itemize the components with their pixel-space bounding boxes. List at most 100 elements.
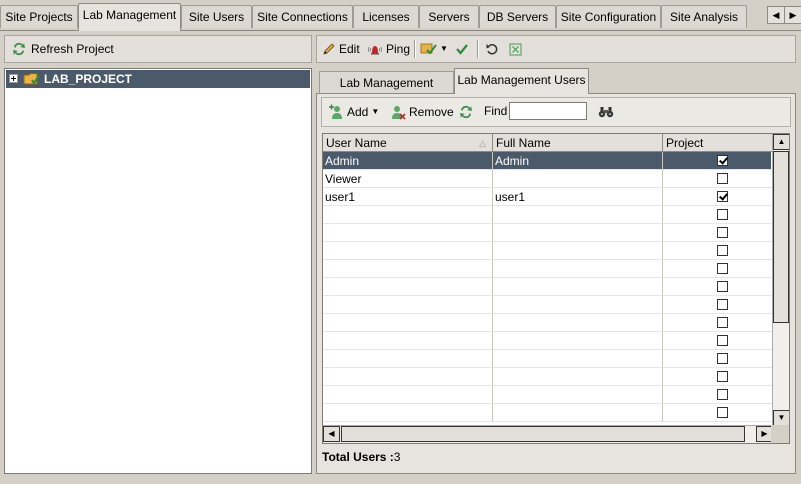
cell-project-administrator xyxy=(663,350,773,368)
expand-plus-icon[interactable] xyxy=(9,74,18,83)
admin-checkbox[interactable] xyxy=(717,227,728,238)
table-row[interactable]: Admin Admin xyxy=(323,152,773,170)
add-user-button[interactable]: Add ▼ xyxy=(328,99,379,125)
table-row[interactable] xyxy=(323,314,773,332)
cell-project-administrator xyxy=(663,224,773,242)
cell-project-administrator xyxy=(663,206,773,224)
table-row[interactable] xyxy=(323,368,773,386)
admin-checkbox[interactable] xyxy=(717,245,728,256)
horizontal-scrollbar[interactable]: ◀ ▶ xyxy=(323,425,773,443)
cell-full-name: user1 xyxy=(493,188,663,206)
left-toolbar: Refresh Project xyxy=(4,35,312,63)
tab-site-projects[interactable]: Site Projects xyxy=(0,5,78,28)
admin-checkbox[interactable] xyxy=(717,299,728,310)
refresh-project-label: Refresh Project xyxy=(31,42,114,56)
admin-checkbox[interactable] xyxy=(717,317,728,328)
toolbar-separator xyxy=(414,40,416,58)
tab-licenses[interactable]: Licenses xyxy=(353,5,419,28)
apply-button[interactable] xyxy=(455,36,469,62)
edit-button[interactable]: Edit xyxy=(322,36,360,62)
scroll-down-button[interactable]: ▼ xyxy=(773,410,789,426)
tab-lab-management[interactable]: Lab Management xyxy=(78,3,181,31)
remove-user-button[interactable]: Remove xyxy=(390,99,454,125)
tab-scroll-right-button[interactable]: ▶ xyxy=(784,6,801,24)
triangle-left-icon: ◀ xyxy=(328,429,335,438)
scroll-left-button[interactable]: ◀ xyxy=(323,426,340,442)
check-options-dropdown[interactable]: ▼ xyxy=(420,36,448,62)
admin-checkbox[interactable] xyxy=(717,191,728,202)
table-row[interactable] xyxy=(323,296,773,314)
admin-checkbox[interactable] xyxy=(717,263,728,274)
tab-servers[interactable]: Servers xyxy=(419,5,479,28)
tab-label: DB Servers xyxy=(486,10,549,24)
cell-full-name xyxy=(493,314,663,332)
vertical-scroll-thumb[interactable] xyxy=(773,151,789,323)
table-row[interactable] xyxy=(323,350,773,368)
header-label: Full Name xyxy=(496,136,551,150)
cell-project-administrator xyxy=(663,296,773,314)
admin-checkbox[interactable] xyxy=(717,173,728,184)
admin-checkbox[interactable] xyxy=(717,353,728,364)
vertical-scrollbar[interactable]: ▲ ▼ xyxy=(772,134,789,426)
table-row[interactable] xyxy=(323,224,773,242)
tab-site-configuration[interactable]: Site Configuration xyxy=(556,5,661,28)
admin-checkbox[interactable] xyxy=(717,371,728,382)
table-row[interactable]: user1 user1 xyxy=(323,188,773,206)
tree-node-lab-project[interactable]: LAB_PROJECT xyxy=(6,70,310,88)
admin-checkbox[interactable] xyxy=(717,389,728,400)
cell-project-administrator xyxy=(663,314,773,332)
cell-user-name xyxy=(323,404,493,422)
tab-lab-management-details[interactable]: Lab Management Details xyxy=(319,71,454,112)
sort-ascending-icon: △ xyxy=(479,138,486,148)
cell-full-name xyxy=(493,260,663,278)
cell-full-name xyxy=(493,242,663,260)
tab-label: Lab Management xyxy=(82,8,177,22)
right-toolbar: Edit Ping ▼ xyxy=(316,35,796,63)
admin-checkbox[interactable] xyxy=(717,407,728,418)
table-row[interactable] xyxy=(323,242,773,260)
cell-project-administrator xyxy=(663,242,773,260)
cell-user-name xyxy=(323,278,493,296)
cell-project-administrator xyxy=(663,332,773,350)
admin-checkbox[interactable] xyxy=(717,209,728,220)
column-header-project-administrator[interactable]: Project Administrator xyxy=(663,134,773,168)
cell-project-administrator xyxy=(663,278,773,296)
tab-lab-management-users[interactable]: Lab Management Users xyxy=(454,68,589,94)
cell-full-name xyxy=(493,224,663,242)
admin-checkbox[interactable] xyxy=(717,281,728,292)
close-button[interactable] xyxy=(509,36,522,62)
tab-scroll-left-button[interactable]: ◀ xyxy=(767,6,785,24)
admin-checkbox[interactable] xyxy=(717,335,728,346)
refresh-icon xyxy=(458,104,474,120)
scroll-up-button[interactable]: ▲ xyxy=(773,134,789,150)
cell-user-name xyxy=(323,206,493,224)
undo-button[interactable] xyxy=(485,36,499,62)
tab-site-users[interactable]: Site Users xyxy=(181,5,252,28)
table-row[interactable] xyxy=(323,206,773,224)
tab-site-connections[interactable]: Site Connections xyxy=(252,5,353,28)
refresh-project-button[interactable]: Refresh Project xyxy=(11,36,114,62)
tab-site-analysis[interactable]: Site Analysis xyxy=(661,5,747,28)
table-row[interactable] xyxy=(323,386,773,404)
horizontal-scroll-thumb[interactable] xyxy=(341,426,745,442)
tab-label: Site Connections xyxy=(257,10,348,24)
undo-icon xyxy=(485,42,499,56)
cell-user-name xyxy=(323,260,493,278)
admin-checkbox[interactable] xyxy=(717,155,728,166)
cell-user-name: Viewer xyxy=(323,170,493,188)
pencil-icon xyxy=(322,42,336,56)
add-label: Add xyxy=(347,105,369,119)
tab-db-servers[interactable]: DB Servers xyxy=(479,5,556,28)
column-header-full-name[interactable]: Full Name xyxy=(493,134,663,152)
column-header-user-name[interactable]: User Name △ xyxy=(323,134,493,152)
table-row[interactable] xyxy=(323,332,773,350)
table-row[interactable]: Viewer xyxy=(323,170,773,188)
find-input[interactable] xyxy=(509,102,587,120)
table-row[interactable] xyxy=(323,260,773,278)
table-row[interactable] xyxy=(323,278,773,296)
find-button[interactable] xyxy=(598,99,614,125)
ping-button[interactable]: Ping xyxy=(367,36,410,62)
cell-user-name xyxy=(323,242,493,260)
table-row[interactable] xyxy=(323,404,773,422)
refresh-users-button[interactable] xyxy=(458,99,474,125)
